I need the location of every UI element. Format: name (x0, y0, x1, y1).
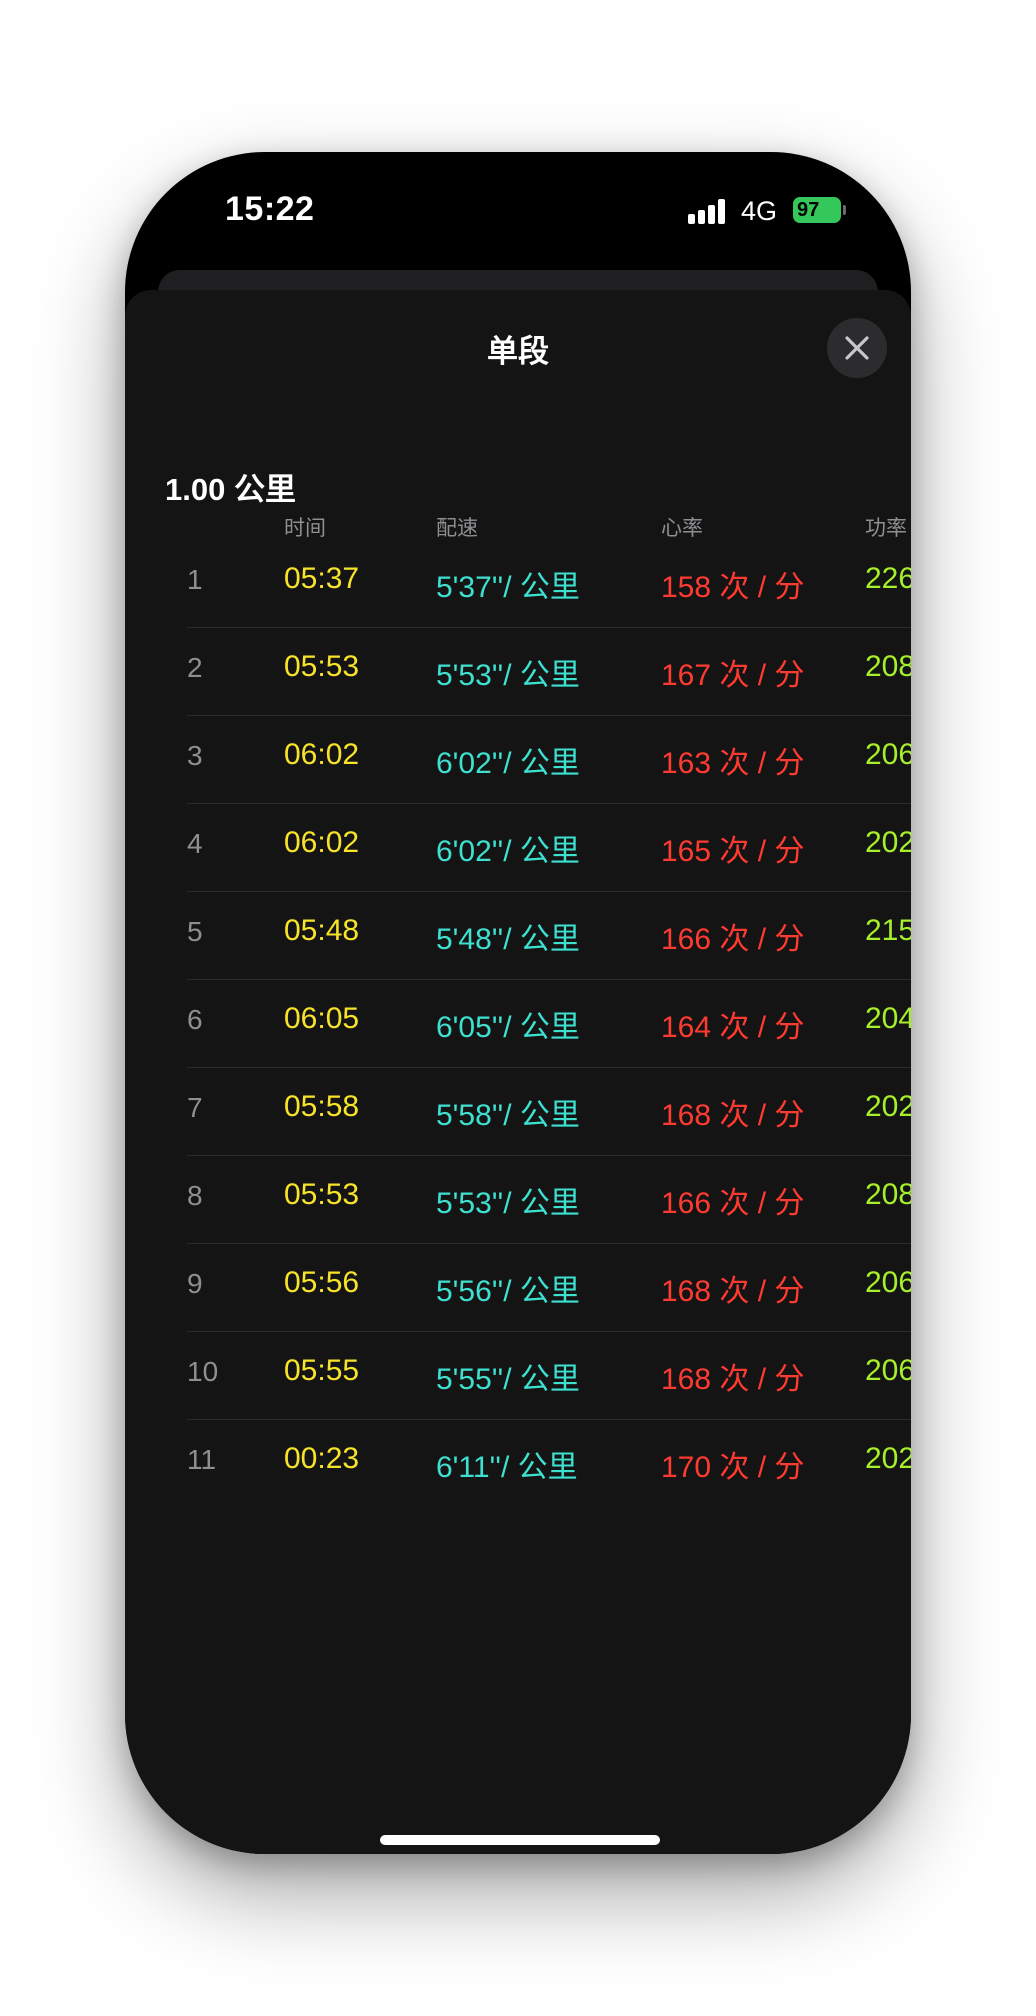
split-index: 7 (187, 1092, 203, 1123)
split-distance-title: 1.00 公里 (165, 472, 296, 507)
column-header-power: 功率 (865, 517, 907, 540)
home-indicator[interactable] (380, 1835, 660, 1845)
table-row: 7 05:58 5'58''/ 公里 168 次 / 分 202 (125, 1068, 911, 1156)
cellular-signal-icon (688, 198, 728, 224)
split-power: 206 (865, 1354, 911, 1387)
split-index: 6 (187, 1004, 203, 1035)
split-time: 06:02 (284, 826, 360, 859)
split-index: 11 (187, 1444, 217, 1475)
table-row: 11 00:23 6'11''/ 公里 170 次 / 分 202 (125, 1420, 911, 1508)
split-pace: 5'48''/ 公里 (436, 923, 580, 956)
split-time: 06:02 (284, 738, 360, 771)
column-header-pace: 配速 (436, 517, 478, 540)
table-row: 3 06:02 6'02''/ 公里 163 次 / 分 206 (125, 716, 911, 804)
split-power: 204 (865, 1002, 911, 1035)
split-time: 05:56 (284, 1266, 360, 1299)
split-pace: 5'53''/ 公里 (436, 1187, 580, 1220)
table-row: 10 05:55 5'55''/ 公里 168 次 / 分 206 (125, 1332, 911, 1420)
split-index: 1 (187, 564, 203, 595)
split-time: 05:53 (284, 1178, 360, 1211)
table-row: 5 05:48 5'48''/ 公里 166 次 / 分 215 (125, 892, 911, 980)
split-index: 9 (187, 1268, 203, 1299)
split-time: 05:37 (284, 562, 360, 595)
split-pace: 6'05''/ 公里 (436, 1011, 580, 1044)
split-index: 3 (187, 740, 203, 771)
split-heart-rate: 167 次 / 分 (661, 659, 805, 692)
split-index: 5 (187, 916, 203, 947)
split-index: 10 (187, 1356, 219, 1387)
splits-table[interactable]: 时间 配速 心率 功率 1 05:37 5'37''/ 公里 158 次 / 分… (125, 512, 911, 1542)
close-icon (845, 336, 869, 360)
battery-icon: 97 (793, 197, 841, 223)
table-row: 8 05:53 5'53''/ 公里 166 次 / 分 208 (125, 1156, 911, 1244)
split-power: 206 (865, 1266, 911, 1299)
split-heart-rate: 168 次 / 分 (661, 1099, 805, 1132)
split-time: 05:53 (284, 650, 360, 683)
split-time: 00:23 (284, 1442, 360, 1475)
split-pace: 6'02''/ 公里 (436, 835, 580, 868)
split-heart-rate: 166 次 / 分 (661, 1187, 805, 1220)
split-power: 208 (865, 1178, 911, 1211)
split-heart-rate: 166 次 / 分 (661, 923, 805, 956)
table-row: 1 05:37 5'37''/ 公里 158 次 / 分 226 (125, 540, 911, 628)
split-heart-rate: 170 次 / 分 (661, 1451, 805, 1484)
split-power: 202 (865, 1090, 911, 1123)
split-time: 05:55 (284, 1354, 360, 1387)
sheet-title: 单段 (487, 334, 549, 369)
split-pace: 5'37''/ 公里 (436, 571, 580, 604)
split-time: 06:05 (284, 1002, 360, 1035)
column-header-time: 时间 (284, 517, 326, 540)
column-header-heart-rate: 心率 (661, 517, 703, 540)
table-row: 4 06:02 6'02''/ 公里 165 次 / 分 202 (125, 804, 911, 892)
phone-frame: 15:22 4G 97 单段 1.00 公里 时间 配速 心率 功率 1 05:… (125, 152, 911, 1854)
network-type: 4G (741, 196, 778, 226)
table-row: 9 05:56 5'56''/ 公里 168 次 / 分 206 (125, 1244, 911, 1332)
split-power: 202 (865, 826, 911, 859)
split-pace: 5'58''/ 公里 (436, 1099, 580, 1132)
split-pace: 5'55''/ 公里 (436, 1363, 580, 1396)
split-power: 206 (865, 738, 911, 771)
split-heart-rate: 163 次 / 分 (661, 747, 805, 780)
split-pace: 5'53''/ 公里 (436, 659, 580, 692)
battery-level: 97 (797, 199, 820, 221)
split-pace: 6'02''/ 公里 (436, 747, 580, 780)
split-power: 226 (865, 562, 911, 595)
split-pace: 6'11''/ 公里 (436, 1451, 578, 1484)
splits-sheet: 单段 1.00 公里 时间 配速 心率 功率 1 05:37 5'37''/ 公… (125, 290, 911, 1854)
split-power: 208 (865, 650, 911, 683)
battery-cap (843, 205, 846, 215)
split-time: 05:48 (284, 914, 360, 947)
split-heart-rate: 165 次 / 分 (661, 835, 805, 868)
split-index: 2 (187, 652, 203, 683)
table-row: 2 05:53 5'53''/ 公里 167 次 / 分 208 (125, 628, 911, 716)
split-index: 8 (187, 1180, 203, 1211)
split-time: 05:58 (284, 1090, 360, 1123)
screen: 15:22 4G 97 单段 1.00 公里 时间 配速 心率 功率 1 05:… (0, 0, 1036, 2016)
split-heart-rate: 168 次 / 分 (661, 1275, 805, 1308)
split-heart-rate: 158 次 / 分 (661, 571, 805, 604)
split-pace: 5'56''/ 公里 (436, 1275, 580, 1308)
split-index: 4 (187, 828, 203, 859)
close-button[interactable] (827, 318, 887, 378)
split-heart-rate: 164 次 / 分 (661, 1011, 805, 1044)
status-bar: 15:22 4G 97 (125, 152, 911, 272)
split-power: 202 (865, 1442, 911, 1475)
split-heart-rate: 168 次 / 分 (661, 1363, 805, 1396)
split-power: 215 (865, 914, 911, 947)
status-time: 15:22 (225, 190, 315, 228)
table-row: 6 06:05 6'05''/ 公里 164 次 / 分 204 (125, 980, 911, 1068)
